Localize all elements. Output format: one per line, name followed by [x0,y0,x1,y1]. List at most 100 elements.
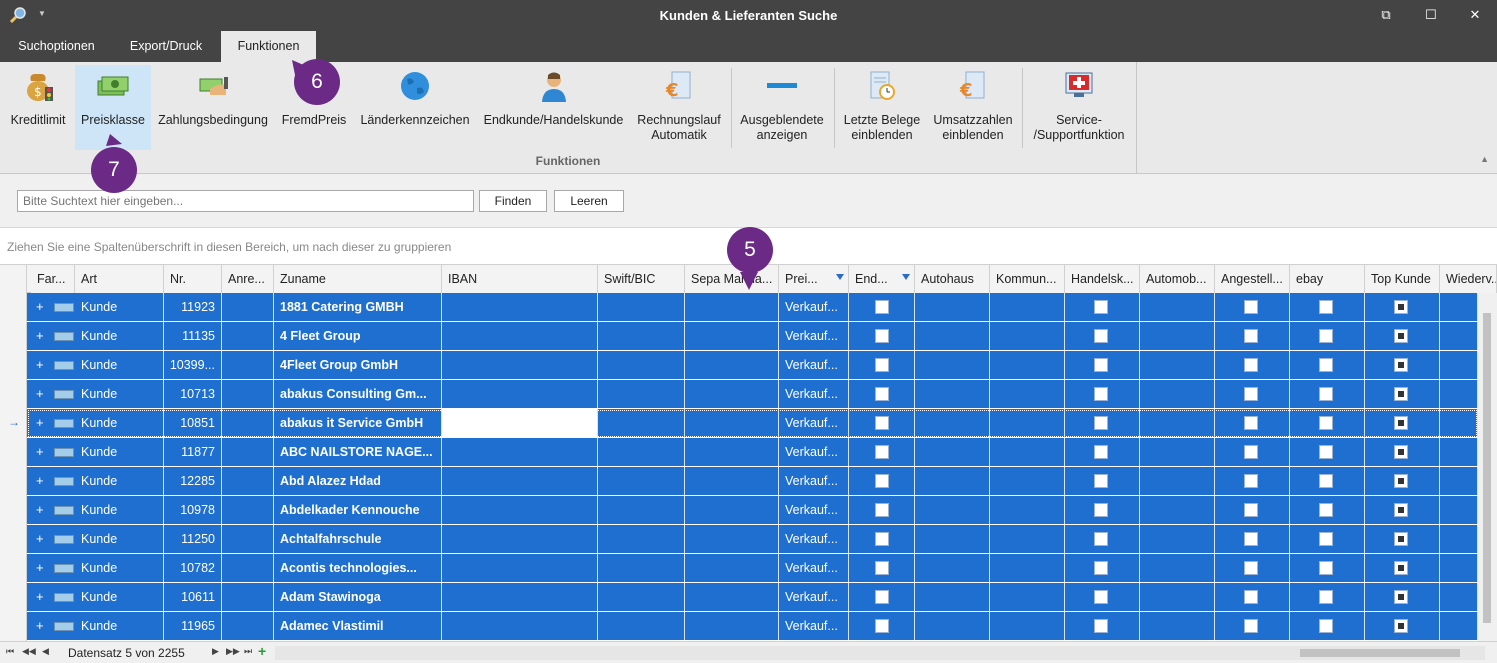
cell-zuname[interactable]: abakus Consulting Gm... [274,380,442,408]
filter-icon[interactable] [902,274,910,280]
cell-zuname[interactable]: 1881 Catering GMBH [274,293,442,321]
cell-empty[interactable] [685,583,779,611]
cell-art[interactable]: Kunde [75,525,164,553]
cell-empty[interactable] [915,351,990,379]
clear-button[interactable]: Leeren [554,190,624,212]
column-header-top-kunde[interactable]: Top Kunde [1365,265,1440,293]
endkunde-handelskunde-button[interactable]: Endkunde/Handelskunde [479,65,628,150]
cell-empty[interactable] [685,612,779,640]
cell-empty[interactable] [1440,467,1478,495]
cell-empty[interactable] [442,438,598,466]
handelskunde-checkbox[interactable] [1094,329,1108,343]
cell-empty[interactable] [915,322,990,350]
cell-empty[interactable] [1140,322,1215,350]
service-supportfunktion-button[interactable]: Service- /Supportfunktion [1026,65,1132,150]
cell-empty[interactable] [222,380,274,408]
cell-art[interactable]: Kunde [75,380,164,408]
cell-preis[interactable]: Verkauf... [779,380,849,408]
table-row[interactable]: + Kunde 11923 1881 Catering GMBH Verkauf... [27,293,1478,322]
handelskunde-checkbox[interactable] [1094,416,1108,430]
cell-empty[interactable] [915,409,990,437]
expand-row-icon[interactable]: + [36,496,44,524]
ebay-checkbox[interactable] [1319,416,1333,430]
cell-empty[interactable] [442,351,598,379]
cell-preis[interactable]: Verkauf... [779,322,849,350]
cell-empty[interactable] [442,496,598,524]
cell-empty[interactable] [1140,525,1215,553]
ebay-checkbox[interactable] [1319,590,1333,604]
zahlungsbedingung-button[interactable]: Zahlungsbedingung [154,65,272,150]
cell-empty[interactable] [598,380,685,408]
cell-zuname[interactable]: 4 Fleet Group [274,322,442,350]
ausgeblendete-anzeigen-button[interactable]: Ausgeblendete anzeigen [735,65,829,150]
cell-empty[interactable] [915,496,990,524]
cell-empty[interactable] [915,293,990,321]
cell-empty[interactable] [222,351,274,379]
top-kunde-checkbox[interactable] [1394,445,1408,459]
rechnungslauf-automatik-button[interactable]: € Rechnungslauf Automatik [632,65,726,150]
scrollbar-thumb[interactable] [1483,313,1491,623]
cell-empty[interactable] [990,583,1065,611]
top-kunde-checkbox[interactable] [1394,503,1408,517]
cell-empty[interactable] [915,380,990,408]
cell-preis[interactable]: Verkauf... [779,612,849,640]
column-header-angestellter[interactable]: Angestell... [1215,265,1290,293]
table-row[interactable]: + Kunde 10851 abakus it Service GmbH Verkauf… [27,409,1478,438]
cell-empty[interactable] [990,322,1065,350]
cell-empty[interactable] [222,554,274,582]
handelskunde-checkbox[interactable] [1094,619,1108,633]
endkunde-checkbox[interactable] [875,416,889,430]
filter-icon[interactable] [836,274,844,280]
cell-empty[interactable] [442,612,598,640]
endkunde-checkbox[interactable] [875,445,889,459]
cell-nr[interactable]: 11877 [164,438,222,466]
first-record-icon[interactable]: ⏮ [6,646,14,657]
cell-empty[interactable] [1440,612,1478,640]
top-kunde-checkbox[interactable] [1394,329,1408,343]
cell-empty[interactable] [442,554,598,582]
cell-empty[interactable] [598,525,685,553]
angestellter-checkbox[interactable] [1244,474,1258,488]
angestellter-checkbox[interactable] [1244,619,1258,633]
cell-empty[interactable] [990,496,1065,524]
cell-empty[interactable] [1440,438,1478,466]
search-input[interactable] [17,190,474,212]
expand-row-icon[interactable]: + [36,583,44,611]
cell-nr[interactable]: 10713 [164,380,222,408]
endkunde-checkbox[interactable] [875,561,889,575]
handelskunde-checkbox[interactable] [1094,387,1108,401]
cell-empty[interactable] [1140,554,1215,582]
column-header-handelskunde[interactable]: Handelsk... [1065,265,1140,293]
endkunde-checkbox[interactable] [875,503,889,517]
cell-nr[interactable]: 11135 [164,322,222,350]
cell-art[interactable]: Kunde [75,322,164,350]
table-row[interactable]: + Kunde 10713 abakus Consulting Gm... Verkau… [27,380,1478,409]
cell-preis[interactable]: Verkauf... [779,409,849,437]
cell-empty[interactable] [442,583,598,611]
handelskunde-checkbox[interactable] [1094,358,1108,372]
horizontal-scrollbar[interactable] [275,646,1485,660]
cell-art[interactable]: Kunde [75,293,164,321]
top-kunde-checkbox[interactable] [1394,561,1408,575]
expand-row-icon[interactable]: + [36,380,44,408]
cell-empty[interactable] [915,612,990,640]
cell-nr[interactable]: 10851 [164,409,222,437]
cell-empty[interactable] [598,351,685,379]
cell-empty[interactable] [1140,409,1215,437]
cell-empty[interactable] [990,554,1065,582]
cell-empty[interactable] [915,467,990,495]
cell-empty[interactable] [222,409,274,437]
cell-empty[interactable] [990,467,1065,495]
tab-export-druck[interactable]: Export/Druck [116,31,216,62]
cell-empty[interactable] [685,293,779,321]
ebay-checkbox[interactable] [1319,445,1333,459]
cell-art[interactable]: Kunde [75,496,164,524]
cell-empty[interactable] [1140,496,1215,524]
column-header-preisklasse[interactable]: Prei... [779,265,849,293]
angestellter-checkbox[interactable] [1244,561,1258,575]
handelskunde-checkbox[interactable] [1094,300,1108,314]
column-header-anrede[interactable]: Anre... [222,265,274,293]
cell-empty[interactable] [990,409,1065,437]
cell-empty[interactable] [442,380,598,408]
last-record-icon[interactable]: ⏭ [244,646,252,657]
